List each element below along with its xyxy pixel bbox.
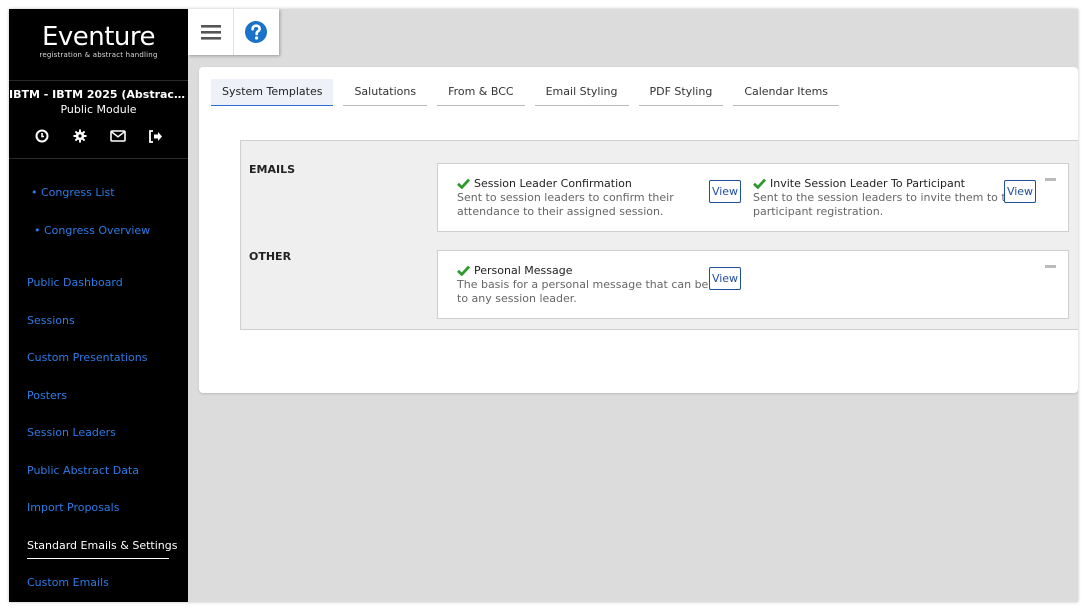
- tab-from-bcc[interactable]: From & BCC: [437, 79, 525, 106]
- template-description-line: participant registration.: [753, 205, 884, 218]
- sidebar-item-congress-list[interactable]: • Congress List: [31, 186, 115, 199]
- settings-card: System Templates Salutations From & BCC …: [199, 67, 1078, 393]
- template-personal-message: Personal Message The basis for a persona…: [457, 264, 736, 306]
- check-icon: [457, 265, 470, 276]
- event-info: IBTM - IBTM 2025 (Abstracts & Par... Pub…: [9, 81, 188, 116]
- template-description: The basis for a personal message that ca…: [457, 278, 736, 306]
- help-icon: [245, 21, 267, 43]
- sidebar-item-import-proposals[interactable]: Import Proposals: [27, 501, 119, 514]
- template-description-line: Sent to session leaders to confirm their: [457, 191, 674, 204]
- logout-icon[interactable]: [148, 128, 164, 144]
- event-name: IBTM - IBTM 2025 (Abstracts & Par...: [9, 88, 188, 101]
- section-label-other: OTHER: [249, 250, 292, 263]
- template-description-line: attendance to their assigned session.: [457, 205, 664, 218]
- view-invite-session-leader-button[interactable]: View: [1004, 180, 1036, 203]
- sidebar-item-public-abstract-data[interactable]: Public Abstract Data: [27, 464, 139, 477]
- sidebar-item-custom-emails[interactable]: Custom Emails: [27, 576, 109, 589]
- template-description: Sent to the session leaders to invite th…: [753, 191, 1019, 219]
- collapse-other-button[interactable]: [1045, 265, 1056, 268]
- templates-panel: EMAILS Session Leader Confirmation Sent …: [240, 140, 1078, 330]
- section-label-emails: EMAILS: [249, 163, 295, 176]
- clock-icon[interactable]: [34, 128, 50, 144]
- template-title: Session Leader Confirmation: [474, 177, 632, 190]
- tab-salutations[interactable]: Salutations: [343, 79, 428, 106]
- template-session-leader-confirmation: Session Leader Confirmation Sent to sess…: [457, 177, 674, 219]
- template-title: Invite Session Leader To Participant: [770, 177, 965, 190]
- sidebar: Eventure registration & abstract handlin…: [9, 9, 188, 602]
- sidebar-icon-row: [9, 128, 188, 159]
- template-title: Personal Message: [474, 264, 573, 277]
- collapse-emails-button[interactable]: [1045, 178, 1056, 181]
- sidebar-item-posters[interactable]: Posters: [27, 389, 67, 402]
- view-session-leader-confirmation-button[interactable]: View: [709, 180, 741, 203]
- sidebar-item-sessions[interactable]: Sessions: [27, 314, 75, 327]
- module-name: Public Module: [60, 103, 137, 116]
- tab-system-templates[interactable]: System Templates: [211, 79, 334, 106]
- hamburger-icon: [200, 25, 221, 40]
- tab-calendar-items[interactable]: Calendar Items: [733, 79, 840, 106]
- emails-template-box: Session Leader Confirmation Sent to sess…: [437, 163, 1069, 232]
- app-window: Eventure registration & abstract handlin…: [9, 9, 1078, 602]
- sidebar-item-standard-emails-settings[interactable]: Standard Emails & Settings: [27, 539, 177, 552]
- brand-subtitle: registration & abstract handling: [39, 51, 158, 59]
- template-invite-session-leader: Invite Session Leader To Participant Sen…: [753, 177, 1019, 219]
- template-description-line: to any session leader.: [457, 292, 577, 305]
- template-description-line: The basis for a personal message that ca…: [457, 278, 736, 291]
- other-template-box: Personal Message The basis for a persona…: [437, 250, 1069, 319]
- sidebar-item-custom-presentations[interactable]: Custom Presentations: [27, 351, 147, 364]
- tab-bar: System Templates Salutations From & BCC …: [211, 79, 849, 106]
- brand-title: Eventure: [41, 22, 156, 52]
- tab-email-styling[interactable]: Email Styling: [534, 79, 629, 106]
- menu-toggle-button[interactable]: [188, 9, 233, 55]
- help-button[interactable]: [233, 9, 278, 55]
- check-icon: [753, 178, 766, 189]
- sidebar-item-public-dashboard[interactable]: Public Dashboard: [27, 276, 123, 289]
- sidebar-item-congress-overview[interactable]: • Congress Overview: [34, 224, 150, 237]
- top-toolbar: [188, 9, 279, 55]
- gear-icon[interactable]: [72, 128, 88, 144]
- mail-icon[interactable]: [109, 128, 126, 144]
- active-item-underline: [27, 558, 169, 559]
- template-description-line: Sent to the session leaders to invite th…: [753, 191, 1020, 204]
- view-personal-message-button[interactable]: View: [709, 267, 741, 290]
- brand-logo[interactable]: Eventure registration & abstract handlin…: [9, 9, 188, 81]
- tab-pdf-styling[interactable]: PDF Styling: [638, 79, 724, 106]
- sidebar-item-session-leaders[interactable]: Session Leaders: [27, 426, 116, 439]
- check-icon: [457, 178, 470, 189]
- template-description: Sent to session leaders to confirm their…: [457, 191, 674, 219]
